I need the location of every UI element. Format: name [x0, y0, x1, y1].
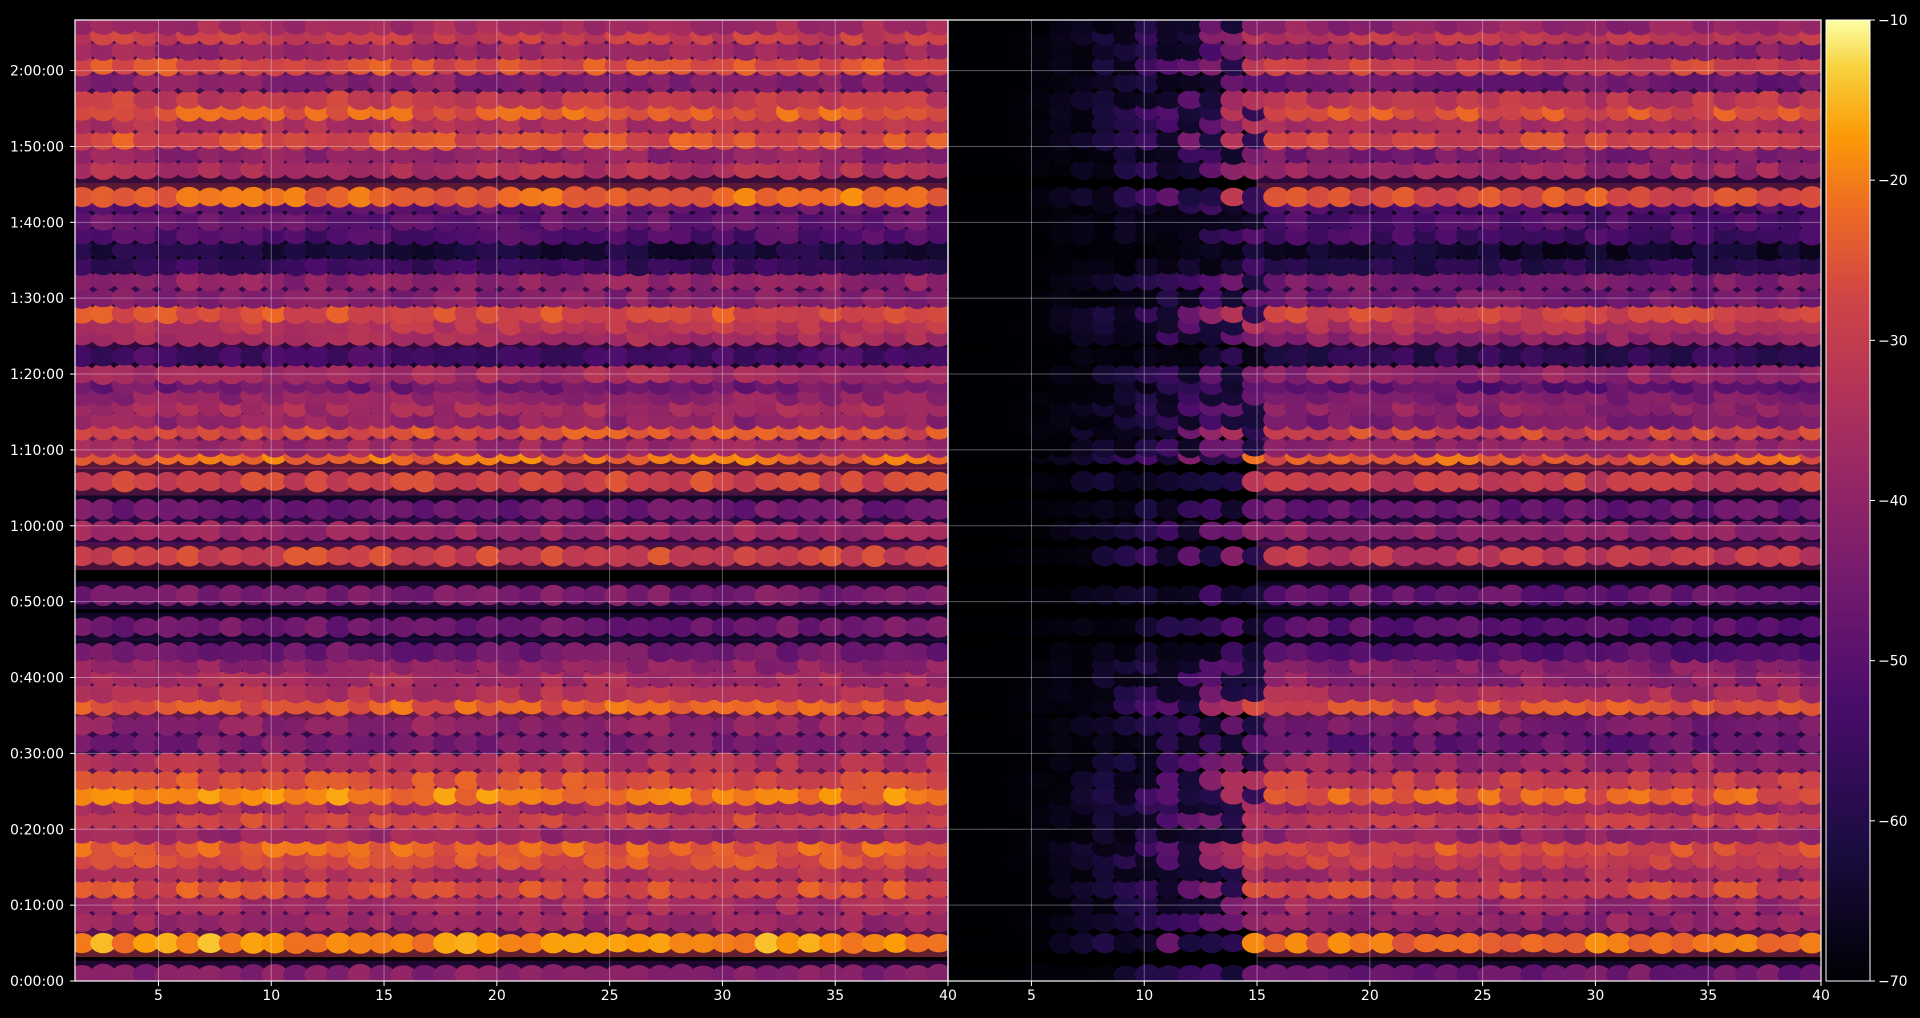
y-tick-label: 1:50:00 — [10, 139, 64, 155]
x-tick-label: 35 — [826, 988, 844, 1004]
x-tick-label: 10 — [262, 988, 280, 1004]
y-tick-label: 0:30:00 — [10, 746, 64, 762]
colorbar: −70 −60 −50 −40 −30 −20 −10 — [1825, 13, 1908, 990]
y-tick-label: 0:10:00 — [10, 898, 64, 914]
right-heatmap-panel — [948, 20, 1821, 981]
x-tick-label: 25 — [601, 988, 619, 1004]
colorbar-tick-label: −50 — [1878, 654, 1908, 670]
colorbar-gradient — [1825, 19, 1871, 982]
x-tick-label: 20 — [488, 988, 506, 1004]
y-tick-label: 1:20:00 — [10, 367, 64, 383]
x-tick-label: 20 — [1361, 988, 1379, 1004]
x-tick-label: 15 — [1248, 988, 1266, 1004]
colorbar-tick-label: −30 — [1878, 333, 1908, 349]
colorbar-tick-label: −10 — [1878, 13, 1908, 29]
x-tick-label: 10 — [1135, 988, 1153, 1004]
y-tick-label: 1:00:00 — [10, 519, 64, 535]
y-tick-label: 0:00:00 — [10, 974, 64, 990]
x-tick-label: 40 — [1812, 988, 1830, 1004]
colorbar-tick-label: −60 — [1878, 814, 1908, 830]
x-tick-label: 5 — [1027, 988, 1036, 1004]
x-tick-label: 35 — [1699, 988, 1717, 1004]
y-tick-label: 0:40:00 — [10, 671, 64, 687]
chart-canvas: 5 10 15 20 25 30 35 40 5 10 15 20 25 30 35 40 0:00:00 0:1… — [10, 13, 1908, 1004]
y-tick-label: 1:40:00 — [10, 215, 64, 231]
colorbar-tick-label: −20 — [1878, 173, 1908, 189]
y-tick-label: 1:10:00 — [10, 443, 64, 459]
y-tick-label: 1:30:00 — [10, 291, 64, 307]
y-tick-label: 0:50:00 — [10, 595, 64, 611]
x-tick-label: 15 — [375, 988, 393, 1004]
colorbar-tick-label: −40 — [1878, 494, 1908, 510]
y-tick-label: 0:20:00 — [10, 822, 64, 838]
x-tick-label: 40 — [939, 988, 957, 1004]
left-heatmap-panel — [75, 20, 948, 981]
x-tick-label: 30 — [714, 988, 732, 1004]
y-tick-label: 2:00:00 — [10, 64, 64, 80]
colorbar-tick-label: −70 — [1878, 974, 1908, 990]
x-tick-label: 5 — [154, 988, 163, 1004]
x-tick-label: 30 — [1587, 988, 1605, 1004]
x-tick-label: 25 — [1474, 988, 1492, 1004]
